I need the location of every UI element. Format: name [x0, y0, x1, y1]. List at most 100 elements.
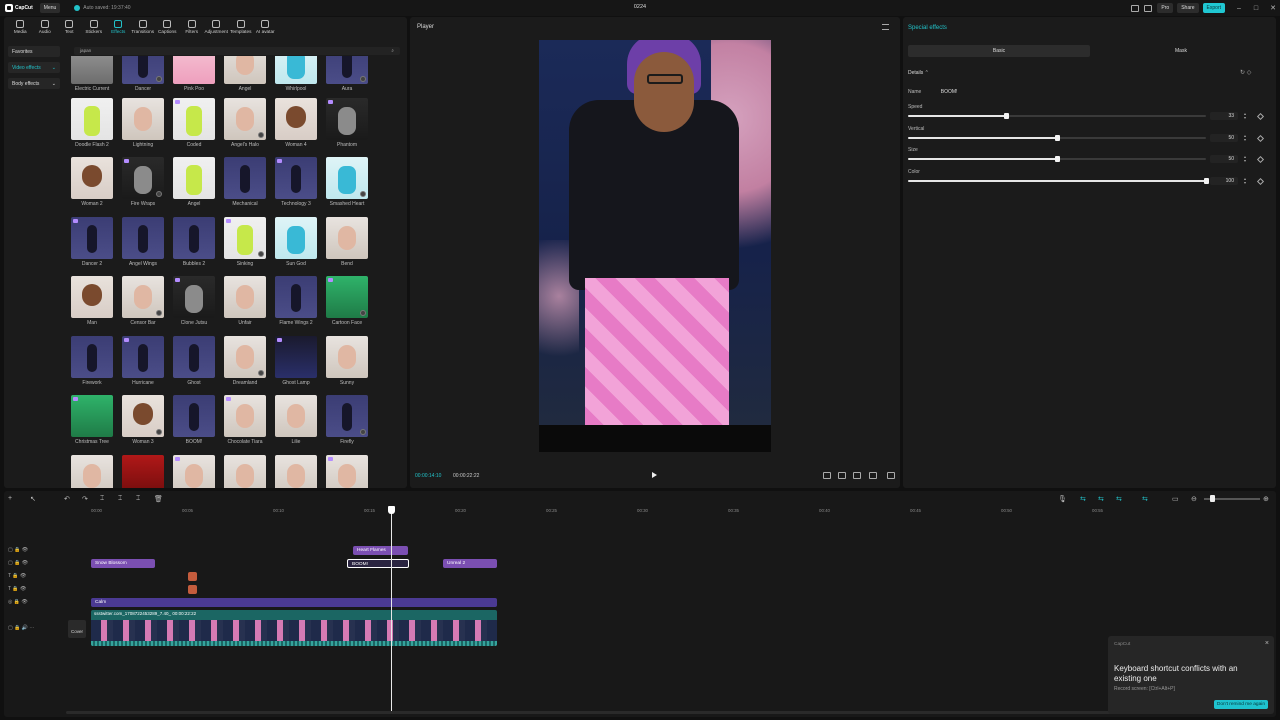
- download-icon[interactable]: [360, 76, 366, 82]
- download-icon[interactable]: [156, 310, 162, 316]
- effect-card[interactable]: Fire Wraps: [122, 157, 164, 207]
- split-left-icon[interactable]: ⌶: [118, 495, 122, 503]
- minimize-button[interactable]: –: [1232, 5, 1246, 12]
- effect-card[interactable]: Firefly: [326, 395, 368, 445]
- play-icon[interactable]: [652, 472, 657, 478]
- effect-card[interactable]: Technology 3: [275, 157, 317, 207]
- effect-card[interactable]: Phantom: [326, 98, 368, 148]
- video-preview[interactable]: [539, 40, 771, 452]
- effect-card[interactable]: Chocolate Tiara: [224, 395, 266, 445]
- effect-card[interactable]: Censor Bar: [122, 276, 164, 326]
- close-icon[interactable]: ×: [1265, 640, 1269, 647]
- details-toggle[interactable]: Details ⌃: [908, 70, 929, 76]
- param-slider-2[interactable]: [908, 156, 1206, 162]
- effect-card[interactable]: Bubbles 2: [173, 217, 215, 267]
- effect-card[interactable]: BOOM!: [173, 395, 215, 445]
- effect-card[interactable]: Whirlpool: [275, 56, 317, 92]
- share-button[interactable]: Share: [1177, 3, 1199, 13]
- add-icon[interactable]: +: [8, 495, 12, 502]
- effect-card[interactable]: Lilie: [275, 395, 317, 445]
- effect-card[interactable]: Angel Wings: [122, 217, 164, 267]
- tool-stickers[interactable]: Stickers: [82, 20, 107, 38]
- param-slider-3[interactable]: [908, 178, 1209, 184]
- effects-search-input[interactable]: japan ⌕: [74, 47, 400, 55]
- pro-button[interactable]: Pro: [1157, 3, 1174, 13]
- tool-adjustment[interactable]: Adjustment: [204, 20, 229, 38]
- effect-card[interactable]: Electric Current: [71, 56, 113, 92]
- snap-icon[interactable]: ⇆: [1116, 495, 1122, 503]
- tool-transitions[interactable]: Transitions: [131, 20, 156, 38]
- param-slider-0[interactable]: [908, 113, 1206, 119]
- sidenav-favorites[interactable]: Favorites: [8, 46, 60, 57]
- download-icon[interactable]: [258, 251, 264, 257]
- effect-card[interactable]: Ghost Lamp: [275, 336, 317, 386]
- download-icon[interactable]: [258, 370, 264, 376]
- ratio-icon[interactable]: [838, 472, 846, 479]
- player-menu-icon[interactable]: [882, 24, 889, 30]
- clip-text-1[interactable]: [188, 572, 197, 581]
- playhead-handle[interactable]: [388, 506, 395, 514]
- effect-card[interactable]: Woman 4: [275, 98, 317, 148]
- param-stepper-icon[interactable]: ▴ ▾: [1244, 134, 1249, 142]
- preview-axis-icon[interactable]: ⇆: [1142, 495, 1148, 503]
- effect-card[interactable]: Angel's Halo: [224, 98, 266, 148]
- tool-media[interactable]: Media: [8, 20, 33, 38]
- maximize-button[interactable]: □: [1249, 5, 1263, 12]
- clip-boom-selected[interactable]: BOOM!: [347, 559, 409, 568]
- keyframe-icon[interactable]: [823, 472, 831, 479]
- effect-card[interactable]: Sun God: [275, 217, 317, 267]
- close-button[interactable]: ✕: [1266, 4, 1280, 12]
- export-button[interactable]: Export: [1202, 3, 1225, 13]
- effect-card[interactable]: Unfair: [224, 276, 266, 326]
- download-icon[interactable]: [360, 429, 366, 435]
- effect-card[interactable]: Dancer 2: [71, 217, 113, 267]
- param-slider-knob[interactable]: [1204, 178, 1209, 184]
- download-icon[interactable]: [156, 191, 162, 197]
- effect-card[interactable]: Flame Wings 2: [275, 276, 317, 326]
- param-slider-knob[interactable]: [1055, 135, 1060, 141]
- layout-icon[interactable]: [1131, 4, 1140, 12]
- effect-card[interactable]: Coded: [173, 98, 215, 148]
- redo-icon[interactable]: ↷: [82, 495, 88, 503]
- tool-text[interactable]: Text: [57, 20, 82, 38]
- param-stepper-icon[interactable]: ▴ ▾: [1244, 177, 1249, 185]
- cover-button[interactable]: Cover: [68, 620, 86, 638]
- shortcuts-icon[interactable]: [1144, 4, 1153, 12]
- tool-filters[interactable]: Filters: [180, 20, 205, 38]
- track-header-effect-1[interactable]: ▢ 🔒 👁: [8, 547, 28, 553]
- param-stepper-icon[interactable]: ▴ ▾: [1244, 112, 1249, 120]
- param-value-input-2[interactable]: 50: [1210, 155, 1238, 163]
- effect-card[interactable]: Hurricane: [122, 336, 164, 386]
- effect-card[interactable]: Firework: [71, 336, 113, 386]
- effect-card[interactable]: [224, 455, 266, 488]
- effect-card[interactable]: Christmas Tree: [71, 395, 113, 445]
- effect-card[interactable]: Man: [71, 276, 113, 326]
- param-slider-knob[interactable]: [1055, 156, 1060, 162]
- clip-snow-blossom[interactable]: Snow Blossom: [91, 559, 155, 568]
- tool-ai-avatar[interactable]: AI avatar: [253, 20, 278, 38]
- track-header-filter[interactable]: ◎ 🔒 👁: [8, 599, 28, 605]
- effect-card[interactable]: Cartoon Face: [326, 276, 368, 326]
- effect-card[interactable]: Pink Poo: [173, 56, 215, 92]
- playhead[interactable]: [391, 506, 392, 711]
- effect-card[interactable]: Dreamland: [224, 336, 266, 386]
- timeline-ruler[interactable]: 00:00 00:05 00:10 00:15 00:20 00:25 00:30 00:35…: [66, 506, 1280, 516]
- effect-card[interactable]: Doodle Flash 2: [71, 98, 113, 148]
- magnet-icon[interactable]: ⇆: [1098, 495, 1104, 503]
- delete-icon[interactable]: 🗑: [154, 495, 163, 503]
- effect-card[interactable]: [275, 455, 317, 488]
- zoom-slider-knob[interactable]: [1210, 495, 1215, 502]
- effect-card[interactable]: [122, 455, 164, 488]
- link-icon[interactable]: ⇆: [1080, 495, 1086, 503]
- effect-card[interactable]: [173, 455, 215, 488]
- effect-card[interactable]: Clone Jutsu: [173, 276, 215, 326]
- param-slider-knob[interactable]: [1004, 113, 1010, 119]
- tool-templates[interactable]: Templates: [229, 20, 254, 38]
- tool-effects[interactable]: Effects: [106, 20, 131, 38]
- menu-button[interactable]: Menu: [39, 3, 61, 13]
- tool-audio[interactable]: Audio: [33, 20, 58, 38]
- fit-icon[interactable]: ▭: [1172, 495, 1179, 503]
- effect-card[interactable]: Sinking: [224, 217, 266, 267]
- param-stepper-icon[interactable]: ▴ ▾: [1244, 155, 1249, 163]
- compare-icon[interactable]: [869, 472, 877, 479]
